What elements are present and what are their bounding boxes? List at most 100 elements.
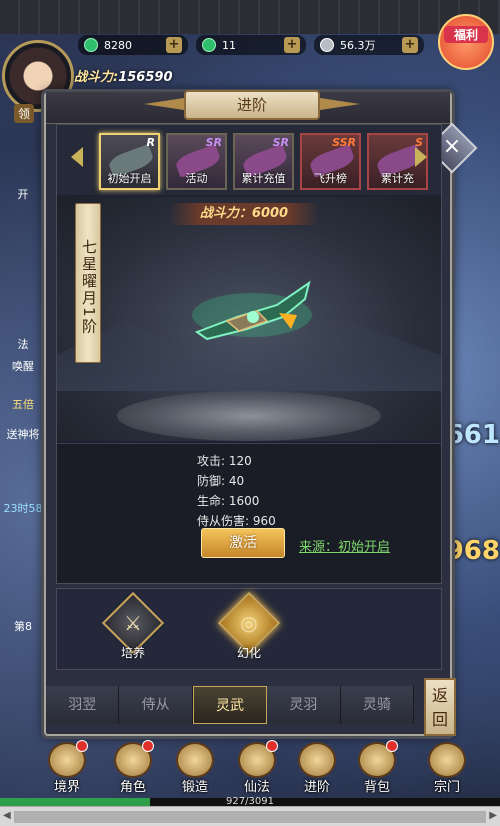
rarity-badge: R [146, 136, 155, 149]
skin-card[interactable]: SR 活动 [166, 133, 227, 190]
tab-spirit-wings[interactable]: 灵羽 [267, 686, 341, 724]
tab-wings[interactable]: 羽翌 [46, 686, 120, 724]
skin-card-list: R 初始开启 SR 活动 SR 累计充值 SSR 飞升榜 S 累计充 [99, 133, 428, 190]
player-power-value: 156590 [118, 70, 173, 85]
welfare-button[interactable]: 福利 [438, 14, 494, 70]
transform-icon: ◎ [240, 611, 258, 635]
side-hud-item-6[interactable]: 23时58 [0, 500, 46, 516]
silver-icon [320, 38, 334, 52]
item-power-value: 6000 [251, 206, 289, 221]
nav-icon [176, 742, 214, 778]
skin-card-label: 初始开启 [107, 172, 152, 185]
gem-value: 11 [222, 38, 236, 52]
stat-hp: 生命: 1600 [197, 494, 260, 508]
side-hud-damage-1: 661 [445, 420, 500, 450]
nav-label: 角色 [119, 780, 146, 795]
nav-icon [428, 742, 466, 778]
skin-card[interactable]: SR 累计充值 [233, 133, 294, 190]
train-button[interactable]: ⚔ 培养 [101, 591, 165, 661]
train-icon: ⚔ [124, 611, 142, 635]
resource-bar: 8280 + 11 + 56.3万 + [78, 34, 500, 56]
nav-item[interactable]: 境界 [40, 740, 94, 795]
source-link[interactable]: 来源：初始开启 [299, 536, 390, 555]
gem-icon [202, 38, 216, 52]
rarity-badge: SSR [332, 136, 356, 149]
rarity-badge: SR [205, 136, 222, 149]
skin-carousel: R 初始开启 SR 活动 SR 累计充值 SSR 飞升榜 S 累计充 [57, 125, 441, 195]
category-tabs: 羽翌 侍从 灵武 灵羽 灵骑 [46, 686, 415, 724]
side-hud-item-3[interactable]: 唤醒 [0, 358, 46, 374]
roof-tiles [0, 0, 500, 34]
side-hud-item-4[interactable]: 五倍 [0, 396, 46, 412]
tab-spirit-weapon[interactable]: 灵武 [192, 686, 268, 724]
stat-defense: 防御: 40 [197, 474, 245, 488]
nav-label: 仙法 [243, 780, 270, 795]
back-button[interactable]: 返回 [424, 678, 456, 736]
carousel-prev-icon[interactable] [71, 147, 83, 167]
rarity-badge: SR [272, 136, 289, 149]
carousel-next-icon[interactable] [415, 147, 427, 167]
nav-label: 背包 [363, 780, 390, 795]
add-jade-button[interactable]: + [166, 37, 182, 53]
nav-icon [48, 740, 88, 778]
tab-followers[interactable]: 侍从 [119, 686, 193, 724]
notification-badge-icon [142, 740, 154, 752]
horizontal-scrollbar[interactable]: ◀ ▶ [0, 806, 500, 826]
skin-card-label: 累计充 [381, 172, 414, 185]
scroll-left-icon[interactable]: ◀ [3, 810, 11, 821]
scrollbar-thumb[interactable] [14, 811, 486, 823]
nav-icon [114, 740, 154, 778]
add-silver-button[interactable]: + [402, 37, 418, 53]
side-hud-item-7[interactable]: 第8 [0, 618, 46, 634]
altar-platform [117, 391, 381, 441]
stat-follower-damage: 侍从伤害: 960 [197, 514, 276, 528]
player-power-label: 战斗力 [74, 70, 114, 85]
notification-badge-icon [76, 740, 88, 752]
notification-badge-icon [386, 740, 398, 752]
panel-content: R 初始开启 SR 活动 SR 累计充值 SSR 飞升榜 S 累计充 战斗力：6000 七星曜月1… [56, 124, 442, 584]
item-power: 战斗力：6000 [169, 203, 319, 225]
item-name-banner: 七星曜月1阶 [75, 203, 101, 363]
add-gem-button[interactable]: + [284, 37, 300, 53]
notification-badge-icon [266, 740, 278, 752]
item-power-label: 战斗力： [199, 206, 252, 221]
nav-icon [238, 740, 278, 778]
nav-item[interactable]: 宗门 [420, 742, 474, 795]
nav-item[interactable]: 仙法 [230, 740, 284, 795]
lingpin-label[interactable]: 领 [14, 104, 35, 123]
scroll-right-icon[interactable]: ▶ [489, 810, 497, 821]
skill-buttons: ⚔ 培养 ◎ 幻化 [56, 588, 442, 670]
nav-item[interactable]: 背包 [350, 740, 404, 795]
activate-button[interactable]: 激活 [201, 528, 285, 558]
nav-label: 锻造 [181, 780, 208, 795]
skin-card[interactable]: SSR 飞升榜 [300, 133, 361, 190]
tab-spirit-mount[interactable]: 灵骑 [340, 686, 415, 724]
nav-icon [358, 740, 398, 778]
weapon-model [192, 280, 312, 341]
nav-icon [298, 742, 336, 778]
bottom-nav: 境界 角色 锻造 仙法 进阶 背包 宗门 [0, 738, 500, 798]
side-hud-damage-2: 968 [445, 536, 500, 566]
side-hud-item-5[interactable]: 送神将 [0, 426, 46, 442]
skin-card[interactable]: R 初始开启 [99, 133, 160, 190]
gem-resource: 11 + [196, 35, 306, 55]
transform-label: 幻化 [236, 646, 261, 660]
transform-button[interactable]: ◎ 幻化 [217, 591, 281, 661]
skin-card-label: 累计充值 [241, 172, 286, 185]
nav-item[interactable]: 锻造 [168, 742, 222, 795]
nav-item[interactable]: 角色 [106, 740, 160, 795]
nav-item[interactable]: 进阶 [290, 742, 344, 795]
jade-resource: 8280 + [78, 35, 188, 55]
welfare-label: 福利 [444, 26, 488, 43]
side-hud-item-2[interactable]: 法 [0, 336, 46, 352]
skin-card-label: 活动 [185, 172, 208, 185]
weapon-showcase: 战斗力：6000 七星曜月1阶 [57, 197, 441, 441]
advance-panel: 进阶 × R 初始开启 SR 活动 SR 累计充值 SSR 飞升榜 S 累计充 战斗力：6000 … [44, 90, 478, 736]
nav-label: 宗门 [433, 780, 460, 795]
nav-label: 境界 [53, 780, 80, 795]
train-label: 培养 [120, 646, 145, 660]
panel-title: 进阶 [184, 90, 320, 120]
stats-section: 攻击: 120 防御: 40 生命: 1600 侍从伤害: 960 激活 来源：… [57, 443, 441, 583]
skin-card-label: 飞升榜 [314, 172, 347, 185]
side-hud-item-1[interactable]: 开 [0, 186, 46, 202]
